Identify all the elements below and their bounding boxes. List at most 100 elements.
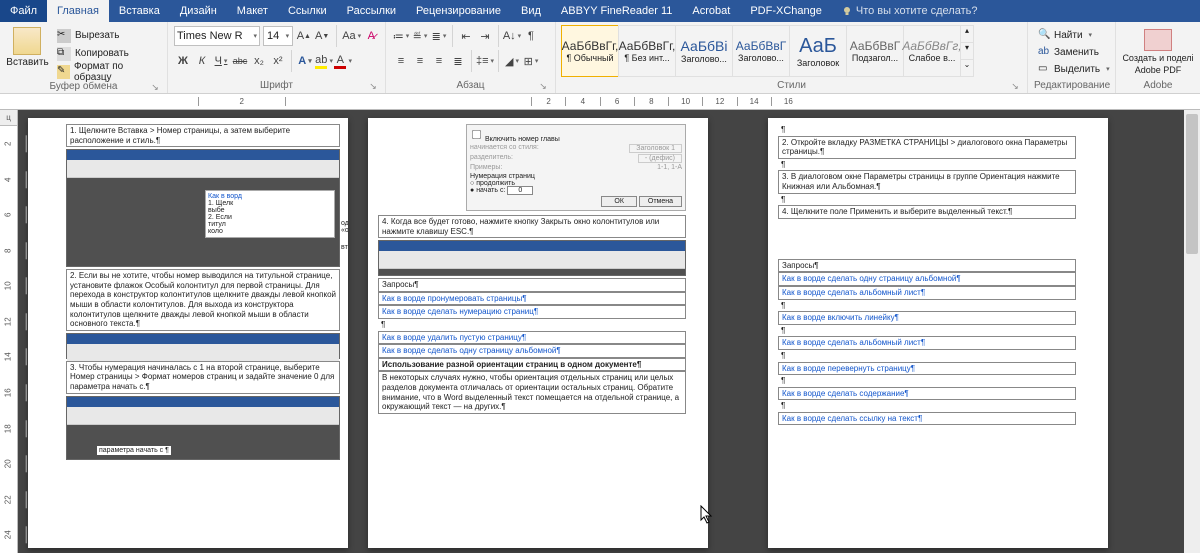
font-color-button[interactable]: A (334, 51, 352, 71)
styles-gallery[interactable]: АаБбВвГг,¶ Обычный АаБбВвГг,¶ Без инт...… (562, 25, 974, 77)
font-name-select[interactable]: Times New R▾ (174, 26, 260, 46)
styles-scroll-down[interactable]: ▾ (961, 42, 973, 59)
increase-indent-button[interactable]: ⇥ (476, 26, 494, 46)
p2-dialog: Включить номер главы начинается со стиля… (466, 124, 686, 211)
p2-link2: Как в ворде сделать нумерацию страниц¶ (378, 305, 686, 319)
cut-button[interactable]: ✂Вырезать (53, 27, 161, 44)
tell-me-box[interactable]: Что вы хотите сделать? (842, 5, 978, 17)
shading-button[interactable]: ◢ (503, 51, 521, 71)
style-subtitle[interactable]: АаБбВвГПодзагол... (846, 25, 904, 77)
copy-button[interactable]: ⧉Копировать (53, 45, 161, 62)
italic-button[interactable]: К (193, 51, 211, 71)
page-1[interactable]: 1. Щелкните Вставка > Номер страницы, а … (28, 118, 348, 548)
highlight-icon: ab (315, 54, 327, 69)
font-launcher[interactable]: ↘ (367, 79, 379, 91)
ruler-vertical[interactable]: ц 2 4 6 8 10 12 14 16 18 20 22 24 (0, 110, 18, 553)
show-marks-button[interactable]: ¶ (522, 26, 540, 46)
select-button[interactable]: ▭Выделить (1034, 61, 1114, 77)
find-button[interactable]: 🔍Найти (1034, 27, 1114, 43)
p1-step1: 1. Щелкните Вставка > Номер страницы, а … (66, 124, 340, 147)
document-area[interactable]: ц 2 4 6 8 10 12 14 16 18 20 22 24 1. Щел… (0, 110, 1200, 553)
vertical-scrollbar[interactable] (1184, 110, 1200, 553)
p3-link2: Как в ворде сделать альбомный лист¶ (778, 286, 1076, 300)
style-nospacing[interactable]: АаБбВвГг,¶ Без инт... (618, 25, 676, 77)
format-painter-button[interactable]: ✎Формат по образцу (53, 63, 161, 80)
replace-button[interactable]: abЗаменить (1034, 44, 1114, 60)
group-font: Times New R▾ 14▾ A▲ A▼ Aa A̷ Ж К Ч abc x… (168, 22, 386, 93)
style-heading2[interactable]: АаБбВвГЗаголово... (732, 25, 790, 77)
tab-insert[interactable]: Вставка (109, 0, 170, 22)
bullets-button[interactable]: ≔ (392, 26, 410, 46)
scissors-icon: ✂ (57, 29, 71, 43)
style-title[interactable]: АаБЗаголовок (789, 25, 847, 77)
styles-launcher[interactable]: ↘ (1009, 79, 1021, 91)
page-3[interactable]: ¶ 2. Откройте вкладку РАЗМЕТКА СТРАНИЦЫ … (768, 118, 1108, 548)
tab-references[interactable]: Ссылки (278, 0, 337, 22)
group-paragraph: ≔ ≝ ≣ ⇤ ⇥ A↓ ¶ ≡ ≡ ≡ ≣ ‡≡ ◢ ⊞ (386, 22, 556, 93)
text-effects-button[interactable]: A (296, 51, 314, 71)
change-case-button[interactable]: Aa (343, 26, 361, 46)
align-left-button[interactable]: ≡ (392, 51, 410, 71)
title-bar: Файл Главная Вставка Дизайн Макет Ссылки… (0, 0, 1200, 22)
style-normal[interactable]: АаБбВвГг,¶ Обычный (561, 25, 619, 77)
p2-step4: 4. Когда все будет готово, нажмите кнопк… (378, 215, 686, 238)
grow-font-button[interactable]: A▲ (296, 26, 311, 46)
styles-scroll-up[interactable]: ▴ (961, 26, 973, 42)
dlg-chapter-checkbox[interactable] (472, 130, 481, 139)
dlg-cancel-button[interactable]: Отмена (639, 196, 682, 207)
align-center-button[interactable]: ≡ (411, 51, 429, 71)
paragraph-launcher[interactable]: ↘ (537, 79, 549, 91)
p3-blink3: Как в ворде перевернуть страницу¶ (778, 362, 1076, 376)
dlg-ok-button[interactable]: ОК (601, 196, 637, 207)
scrollbar-thumb[interactable] (1186, 114, 1198, 254)
numbering-button[interactable]: ≝ (411, 26, 429, 46)
sort-button[interactable]: A↓ (503, 26, 521, 46)
tab-view[interactable]: Вид (511, 0, 551, 22)
decrease-indent-button[interactable]: ⇤ (457, 26, 475, 46)
subscript-button[interactable]: x₂ (250, 51, 268, 71)
borders-button[interactable]: ⊞ (522, 51, 540, 71)
strikethrough-button[interactable]: abc (231, 51, 249, 71)
justify-button[interactable]: ≣ (449, 51, 467, 71)
page-2[interactable]: Включить номер главы начинается со стиля… (368, 118, 708, 548)
style-emphasis[interactable]: АаБбВвГг,Слабое в... (903, 25, 961, 77)
p3-blink2: Как в ворде сделать альбомный лист¶ (778, 336, 1076, 350)
tab-acrobat[interactable]: Acrobat (682, 0, 740, 22)
p1-screenshot1: Как в ворд 1. Щелк выбе 2. Если титул ко… (66, 149, 340, 267)
group-editing: 🔍Найти abЗаменить ▭Выделить Редактирован… (1028, 22, 1116, 93)
clipboard-launcher[interactable]: ↘ (149, 80, 161, 92)
select-icon: ▭ (1038, 63, 1050, 75)
underline-button[interactable]: Ч (212, 51, 230, 71)
tab-abbyy[interactable]: ABBYY FineReader 11 (551, 0, 683, 22)
multilevel-button[interactable]: ≣ (430, 26, 448, 46)
superscript-button[interactable]: x² (269, 51, 287, 71)
replace-icon: ab (1038, 46, 1050, 58)
highlight-button[interactable]: ab (315, 51, 333, 71)
p1-screenshot2 (66, 333, 340, 359)
tab-design[interactable]: Дизайн (170, 0, 227, 22)
lightbulb-icon (842, 6, 852, 16)
p3-blink4: Как в ворде сделать содержание¶ (778, 387, 1076, 401)
search-icon: 🔍 (1038, 29, 1050, 41)
bold-button[interactable]: Ж (174, 51, 192, 71)
align-right-button[interactable]: ≡ (430, 51, 448, 71)
line-spacing-button[interactable]: ‡≡ (476, 51, 494, 71)
tab-home[interactable]: Главная (47, 0, 109, 22)
font-size-select[interactable]: 14▾ (263, 26, 293, 46)
p3-step3: 3. В диалоговом окне Параметры страницы … (778, 170, 1076, 193)
ruler-horizontal[interactable]: 2 2 4 6 8 10 12 14 16 (0, 94, 1200, 110)
styles-expand[interactable]: ⌄ (961, 59, 973, 76)
brush-icon: ✎ (57, 65, 70, 79)
shrink-font-button[interactable]: A▼ (315, 26, 330, 46)
group-adobe: Создать и поделі Adobe PDF Adobe (1116, 22, 1200, 93)
tell-me-text: Что вы хотите сделать? (856, 5, 978, 17)
paste-button[interactable]: Вставить (6, 25, 49, 80)
adobe-pdf-icon[interactable] (1144, 29, 1172, 51)
style-heading1[interactable]: АаБбВіЗаголово... (675, 25, 733, 77)
clear-formatting-button[interactable]: A̷ (364, 26, 379, 46)
file-tab[interactable]: Файл (0, 0, 47, 22)
tab-layout[interactable]: Макет (227, 0, 278, 22)
tab-review[interactable]: Рецензирование (406, 0, 511, 22)
tab-mailings[interactable]: Рассылки (337, 0, 406, 22)
tab-pdfxchange[interactable]: PDF-XChange (740, 0, 832, 22)
